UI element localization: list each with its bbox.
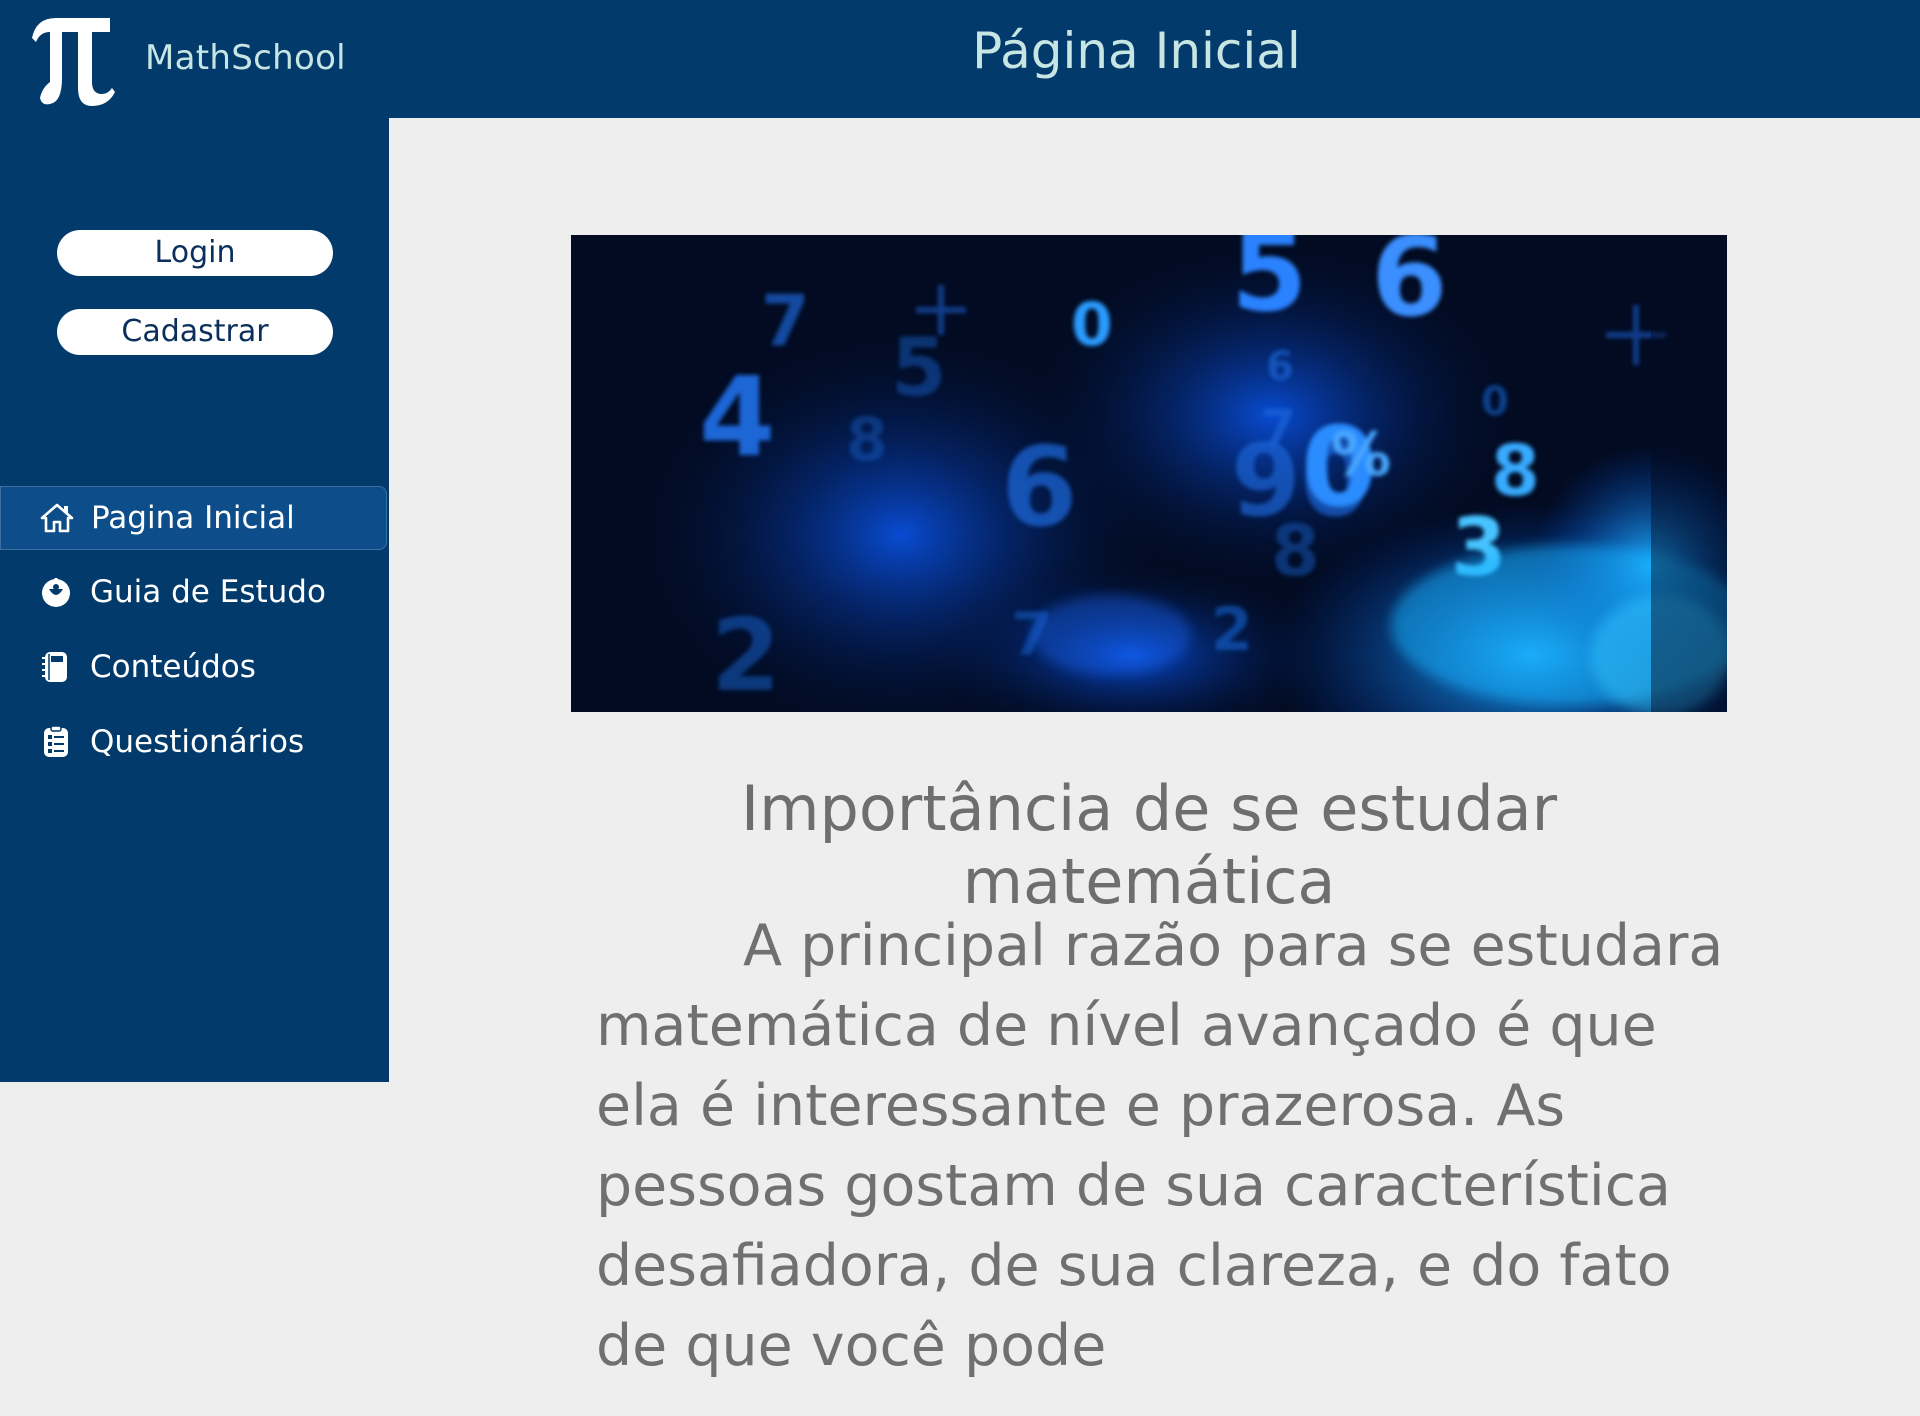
svg-text:8: 8 xyxy=(846,405,888,475)
svg-text:8: 8 xyxy=(1491,430,1540,512)
svg-text:5: 5 xyxy=(1231,235,1308,336)
app-name[interactable]: MathSchool xyxy=(145,38,346,78)
sidebar-item-label: Questionários xyxy=(90,724,305,760)
notebook-icon xyxy=(38,649,74,685)
svg-text:0: 0 xyxy=(1481,379,1509,425)
svg-text:8: 8 xyxy=(1271,510,1320,592)
signup-button[interactable]: Cadastrar xyxy=(57,309,333,355)
sidebar-item-contents[interactable]: Conteúdos xyxy=(0,635,387,699)
hero-image: 4 7 6 5 6 90 0 3 2 7 2 5 0 6 7 0 % 8 8 8 xyxy=(571,235,1727,712)
svg-text:0: 0 xyxy=(1071,290,1113,360)
sidebar-item-label: Pagina Inicial xyxy=(91,500,295,536)
pi-icon[interactable] xyxy=(26,8,116,108)
section-body-text: A principal razão para se estudara matem… xyxy=(596,913,1724,1379)
svg-text:6: 6 xyxy=(1371,235,1448,341)
sidebar-item-home[interactable]: Pagina Inicial xyxy=(0,486,387,550)
svg-text:%: % xyxy=(1331,420,1391,490)
sidebar-item-quizzes[interactable]: Questionários xyxy=(0,710,387,774)
compass-icon xyxy=(38,574,74,610)
svg-text:7: 7 xyxy=(1261,399,1296,457)
svg-text:2: 2 xyxy=(1211,595,1253,665)
svg-text:6: 6 xyxy=(1001,423,1078,551)
svg-text:2: 2 xyxy=(711,597,781,712)
section-heading: Importância de se estudar matemática xyxy=(740,772,1558,918)
sidebar-item-label: Guia de Estudo xyxy=(90,574,326,610)
checklist-icon xyxy=(38,724,74,760)
home-icon xyxy=(39,500,75,536)
sidebar-item-study-guide[interactable]: Guia de Estudo xyxy=(0,560,387,624)
svg-text:4: 4 xyxy=(699,353,776,481)
page-title: Página Inicial xyxy=(972,22,1301,80)
login-button[interactable]: Login xyxy=(57,230,333,276)
sidebar-item-label: Conteúdos xyxy=(90,649,256,685)
svg-text:6: 6 xyxy=(1266,344,1294,390)
sidebar: Login Cadastrar Pagina Inicial Guia de E… xyxy=(0,118,389,1082)
svg-text:7: 7 xyxy=(761,280,810,362)
top-bar: MathSchool Página Inicial xyxy=(0,0,1920,118)
